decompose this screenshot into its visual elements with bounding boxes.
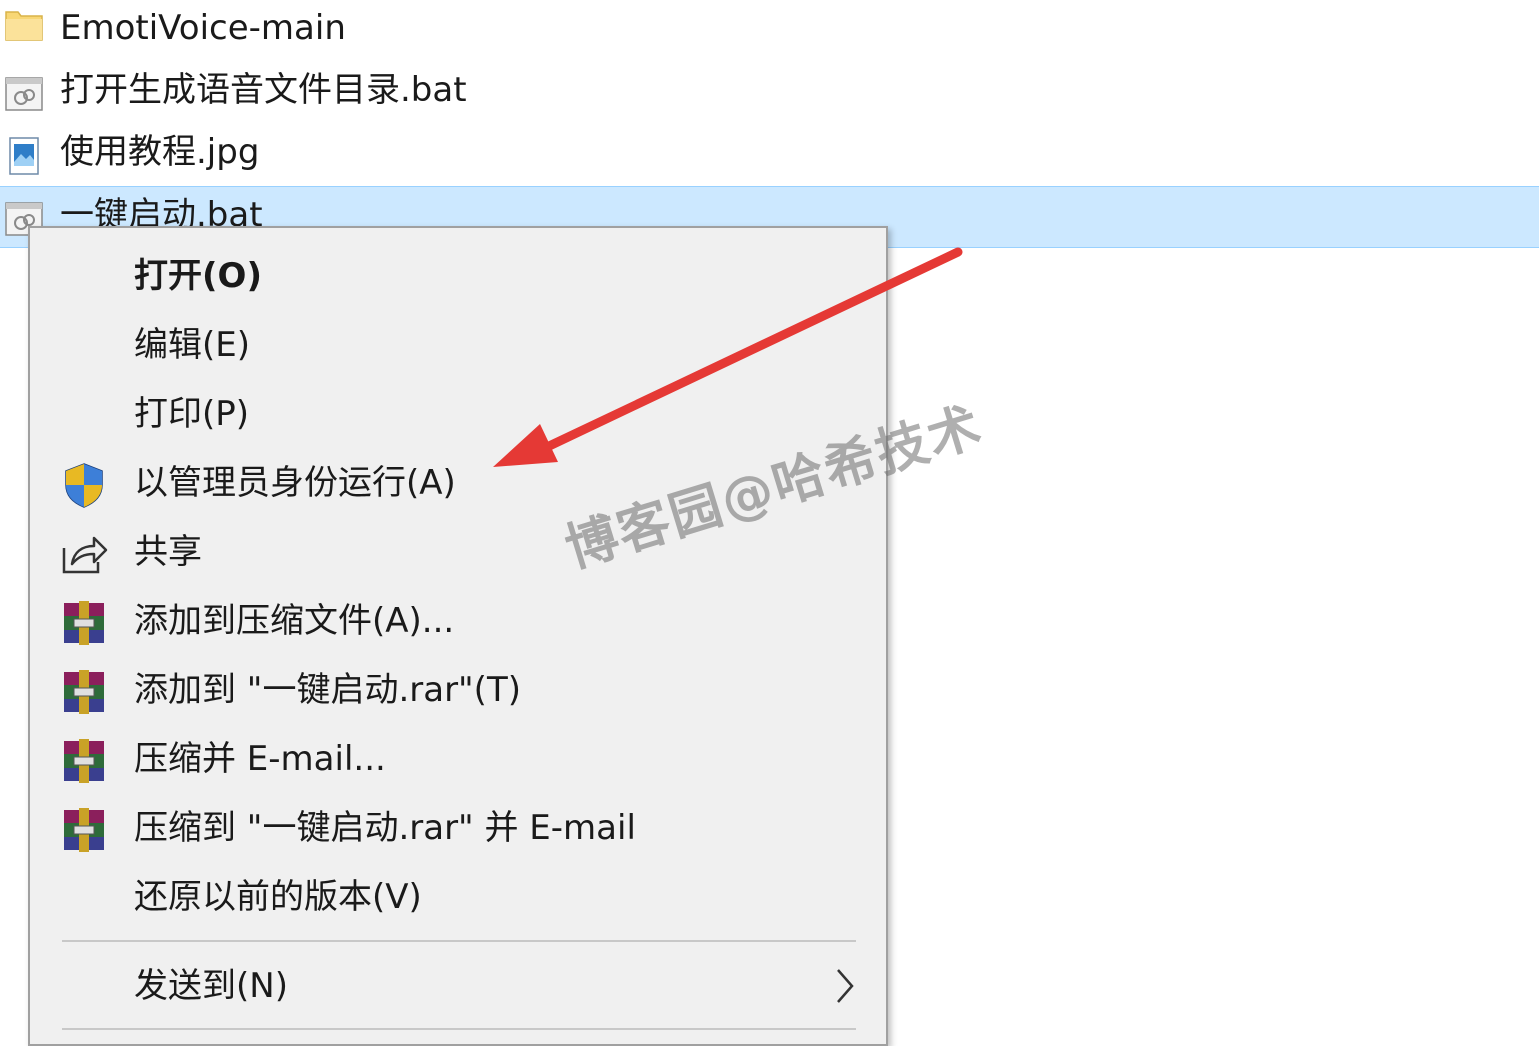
file-name: EmotiVoice-main	[60, 8, 346, 48]
menu-item-label: 发送到(N)	[134, 966, 288, 1006]
file-row-emotivoice-main[interactable]: EmotiVoice-main	[0, 0, 1539, 62]
menu-item-label: 压缩并 E-mail...	[134, 739, 386, 779]
menu-item-send-to[interactable]: 发送到(N)	[30, 952, 886, 1020]
winrar-icon	[64, 808, 104, 852]
menu-separator	[62, 1028, 856, 1030]
menu-separator	[62, 940, 856, 942]
batch-file-icon	[5, 77, 43, 111]
menu-item-label: 添加到 "一键启动.rar"(T)	[134, 670, 521, 710]
menu-item-share[interactable]: 共享	[30, 518, 886, 586]
folder-icon	[5, 11, 43, 41]
chevron-right-icon	[837, 969, 854, 1003]
menu-item-label: 打印(P)	[134, 394, 250, 434]
menu-item-label: 编辑(E)	[134, 325, 251, 365]
winrar-icon	[64, 601, 104, 645]
menu-item-compress-to-rar-and-email[interactable]: 压缩到 "一键启动.rar" 并 E-mail	[30, 794, 886, 862]
menu-item-add-to-archive[interactable]: 添加到压缩文件(A)...	[30, 587, 886, 655]
menu-item-label: 共享	[134, 532, 202, 572]
winrar-icon	[64, 670, 104, 714]
menu-item-compress-and-email[interactable]: 压缩并 E-mail...	[30, 725, 886, 793]
menu-item-add-to-rar[interactable]: 添加到 "一键启动.rar"(T)	[30, 656, 886, 724]
menu-item-edit[interactable]: 编辑(E)	[30, 311, 886, 379]
uac-shield-icon	[65, 463, 103, 508]
context-menu: 打开(O) 编辑(E) 打印(P) 以管理员身份运行(A) 共享 添加到压缩文件…	[28, 226, 888, 1046]
file-row-open-output-dir-bat[interactable]: 打开生成语音文件目录.bat	[0, 62, 1539, 124]
menu-item-restore-previous-versions[interactable]: 还原以前的版本(V)	[30, 863, 886, 931]
menu-item-label: 打开(O)	[134, 256, 262, 296]
image-file-icon	[9, 137, 39, 175]
menu-item-label: 添加到压缩文件(A)...	[134, 601, 455, 641]
winrar-icon	[64, 739, 104, 783]
menu-item-open[interactable]: 打开(O)	[30, 242, 886, 310]
file-row-tutorial-jpg[interactable]: 使用教程.jpg	[0, 124, 1539, 186]
menu-item-label: 压缩到 "一键启动.rar" 并 E-mail	[134, 808, 636, 848]
menu-item-label: 还原以前的版本(V)	[134, 877, 422, 917]
menu-item-print[interactable]: 打印(P)	[30, 380, 886, 448]
menu-item-label: 以管理员身份运行(A)	[134, 463, 456, 503]
share-icon	[62, 536, 108, 574]
file-name: 打开生成语音文件目录.bat	[60, 70, 467, 110]
file-name: 使用教程.jpg	[60, 132, 260, 172]
